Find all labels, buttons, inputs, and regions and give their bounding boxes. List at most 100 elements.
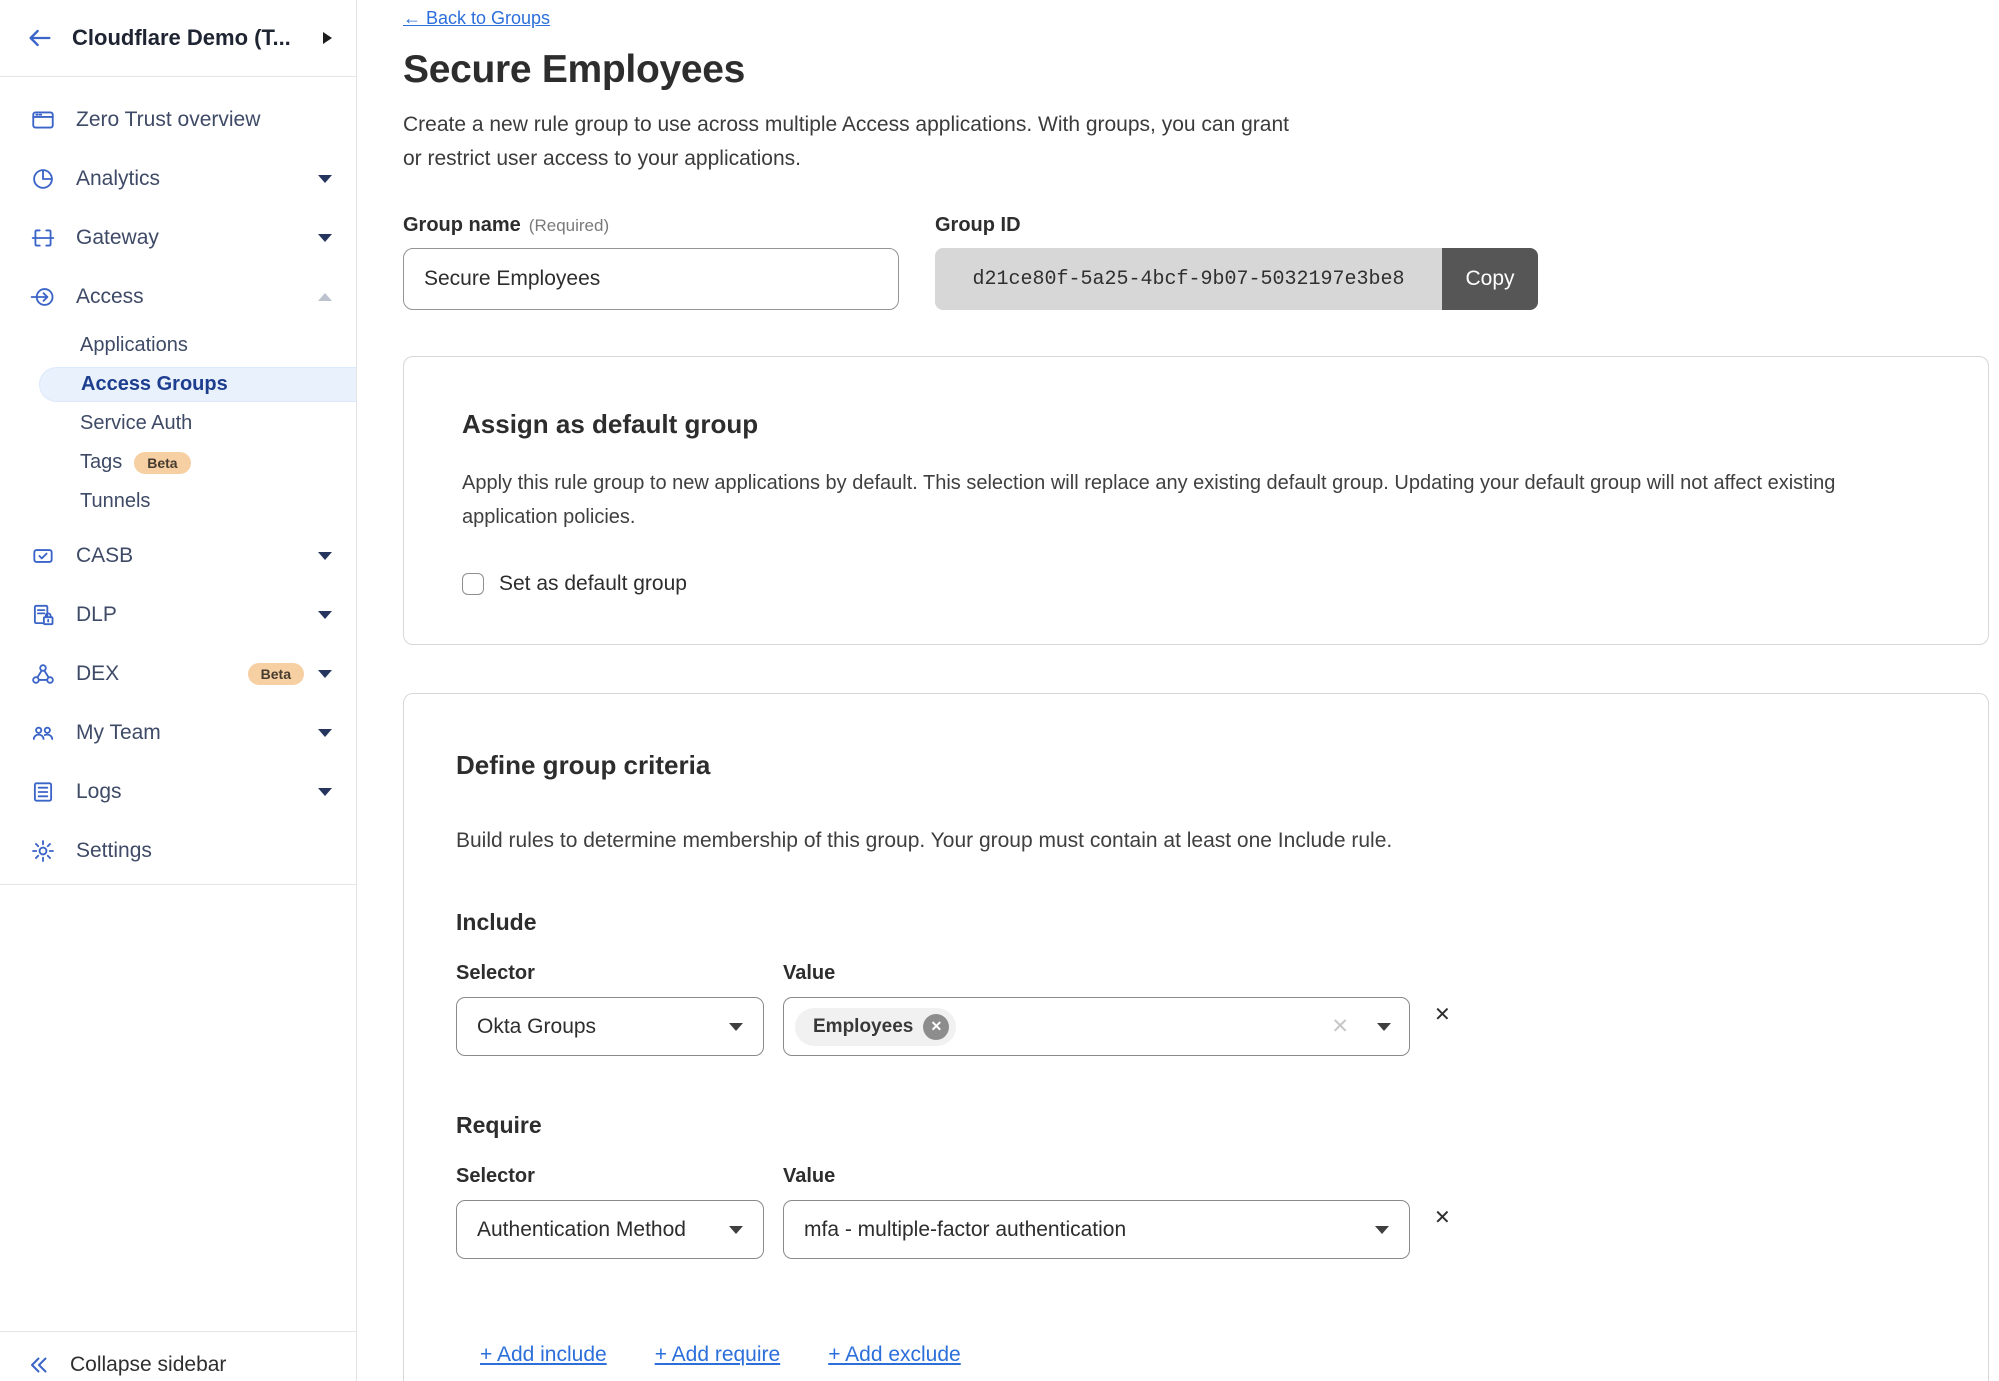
include-value-label: Value <box>783 962 1410 985</box>
require-heading: Require <box>456 1112 1930 1139</box>
group-fields-row: Group name (Required) Group ID d21ce80f-… <box>403 214 1999 310</box>
sidebar-item-dlp[interactable]: DLP <box>0 585 356 644</box>
require-selector-label: Selector <box>456 1165 764 1188</box>
sidebar-item-settings[interactable]: Settings <box>0 821 356 880</box>
sidebar-item-label: Service Auth <box>80 412 192 435</box>
casb-icon <box>30 543 56 569</box>
back-to-groups-link[interactable]: ← Back to Groups <box>403 8 550 29</box>
sidebar-item-zero-trust-overview[interactable]: Zero Trust overview <box>0 90 356 149</box>
define-group-criteria-card: Define group criteria Build rules to det… <box>403 693 1989 1381</box>
back-arrow-icon[interactable] <box>26 24 54 52</box>
sidebar-item-label: CASB <box>76 544 318 568</box>
sidebar-item-label: Tags <box>80 451 122 474</box>
assign-default-description-line2: application policies. <box>462 500 1930 534</box>
window-icon <box>30 107 56 133</box>
value-chip-label: Employees <box>813 1016 913 1038</box>
sidebar-item-access[interactable]: Access <box>0 267 356 326</box>
remove-include-rule-icon[interactable]: ✕ <box>1434 1002 1451 1027</box>
beta-badge: Beta <box>134 452 190 474</box>
copy-button[interactable]: Copy <box>1442 248 1538 310</box>
main-content: ← Back to Groups Secure Employees Create… <box>357 0 1999 1381</box>
beta-badge: Beta <box>248 663 304 685</box>
include-selector-label: Selector <box>456 962 764 985</box>
require-value-text: mfa - multiple-factor authentication <box>804 1218 1126 1242</box>
add-exclude-link[interactable]: + Add exclude <box>828 1343 961 1367</box>
sidebar-item-label: Tunnels <box>80 490 150 513</box>
pie-chart-icon <box>30 166 56 192</box>
sidebar-divider <box>0 884 356 885</box>
required-hint: (Required) <box>529 216 609 236</box>
users-icon <box>30 720 56 746</box>
assign-default-description: Apply this rule group to new application… <box>462 466 1930 534</box>
chevron-right-icon[interactable] <box>323 32 332 44</box>
access-sub-nav: Applications Access Groups Service Auth … <box>0 326 356 521</box>
sidebar-item-label: DEX <box>76 662 236 686</box>
chevron-down-icon <box>729 1226 743 1234</box>
chevron-down-icon <box>318 788 332 796</box>
chevron-down-icon <box>729 1023 743 1031</box>
group-name-input[interactable] <box>403 248 899 310</box>
sidebar-item-applications[interactable]: Applications <box>0 326 356 365</box>
assign-default-description-line1: Apply this rule group to new application… <box>462 466 1930 500</box>
collapse-sidebar-label: Collapse sidebar <box>70 1353 226 1377</box>
include-selector-dropdown[interactable]: Okta Groups <box>456 997 764 1056</box>
remove-require-rule-icon[interactable]: ✕ <box>1434 1205 1451 1230</box>
assign-default-group-card: Assign as default group Apply this rule … <box>403 356 1989 645</box>
chevron-down-icon <box>1375 1226 1389 1234</box>
page-description-line2: or restrict user access to your applicat… <box>403 142 1999 176</box>
sidebar-item-my-team[interactable]: My Team <box>0 703 356 762</box>
sidebar-item-label: Settings <box>76 839 332 863</box>
sidebar-item-gateway[interactable]: Gateway <box>0 208 356 267</box>
criteria-heading: Define group criteria <box>456 750 1930 781</box>
sidebar-item-label: Access Groups <box>81 373 228 396</box>
require-rule-row: Selector Authentication Method Value mfa… <box>456 1165 1930 1259</box>
sidebar-item-label: Applications <box>80 334 188 357</box>
sidebar-item-service-auth[interactable]: Service Auth <box>0 404 356 443</box>
require-selector-dropdown[interactable]: Authentication Method <box>456 1200 764 1259</box>
group-id-field-group: Group ID d21ce80f-5a25-4bcf-9b07-5032197… <box>935 214 1538 310</box>
sidebar-item-label: Gateway <box>76 226 318 250</box>
collapse-sidebar-button[interactable]: Collapse sidebar <box>0 1331 356 1381</box>
require-selector-value: Authentication Method <box>477 1218 686 1242</box>
sidebar-item-label: Analytics <box>76 167 318 191</box>
chevron-down-icon <box>318 611 332 619</box>
page-title: Secure Employees <box>403 48 1999 92</box>
clear-value-icon[interactable]: ✕ <box>1331 1014 1349 1039</box>
sidebar-item-access-groups[interactable]: Access Groups <box>39 367 356 402</box>
sidebar-item-tags[interactable]: Tags Beta <box>0 443 356 482</box>
sidebar-item-label: My Team <box>76 721 318 745</box>
set-default-checkbox-label: Set as default group <box>499 572 687 596</box>
add-include-link[interactable]: + Add include <box>480 1343 607 1367</box>
sidebar-item-label: DLP <box>76 603 318 627</box>
sidebar-item-casb[interactable]: CASB <box>0 526 356 585</box>
chevron-down-icon <box>318 175 332 183</box>
group-name-field-group: Group name (Required) <box>403 214 899 310</box>
assign-default-heading: Assign as default group <box>462 409 1930 440</box>
sidebar-nav: Zero Trust overview Analytics Gateway Ac… <box>0 77 356 880</box>
sidebar-item-dex[interactable]: DEX Beta <box>0 644 356 703</box>
sidebar-item-logs[interactable]: Logs <box>0 762 356 821</box>
criteria-description: Build rules to determine membership of t… <box>456 829 1930 853</box>
chip-remove-icon[interactable]: ✕ <box>923 1014 949 1040</box>
include-rule-row: Selector Okta Groups Value Employees ✕ ✕ <box>456 962 1930 1056</box>
chevron-down-icon <box>318 670 332 678</box>
group-id-value: d21ce80f-5a25-4bcf-9b07-5032197e3be8 <box>935 248 1442 310</box>
sidebar-item-tunnels[interactable]: Tunnels <box>0 482 356 521</box>
sidebar-item-label: Access <box>76 285 318 309</box>
value-chip: Employees ✕ <box>795 1008 956 1046</box>
sidebar-item-label: Zero Trust overview <box>76 108 332 132</box>
logs-list-icon <box>30 779 56 805</box>
include-value-multiselect[interactable]: Employees ✕ ✕ <box>783 997 1410 1056</box>
set-default-checkbox[interactable] <box>462 573 484 595</box>
sidebar-item-analytics[interactable]: Analytics <box>0 149 356 208</box>
chevron-down-icon <box>1377 1023 1391 1031</box>
require-value-dropdown[interactable]: mfa - multiple-factor authentication <box>783 1200 1410 1259</box>
account-switcher[interactable]: Cloudflare Demo (T... <box>0 0 356 77</box>
document-lock-icon <box>30 602 56 628</box>
set-default-group-row: Set as default group <box>462 572 1930 596</box>
account-name: Cloudflare Demo (T... <box>72 25 323 51</box>
sidebar-item-label: Logs <box>76 780 318 804</box>
add-require-link[interactable]: + Add require <box>655 1343 781 1367</box>
double-chevron-left-icon <box>27 1353 51 1377</box>
include-selector-value: Okta Groups <box>477 1015 596 1039</box>
